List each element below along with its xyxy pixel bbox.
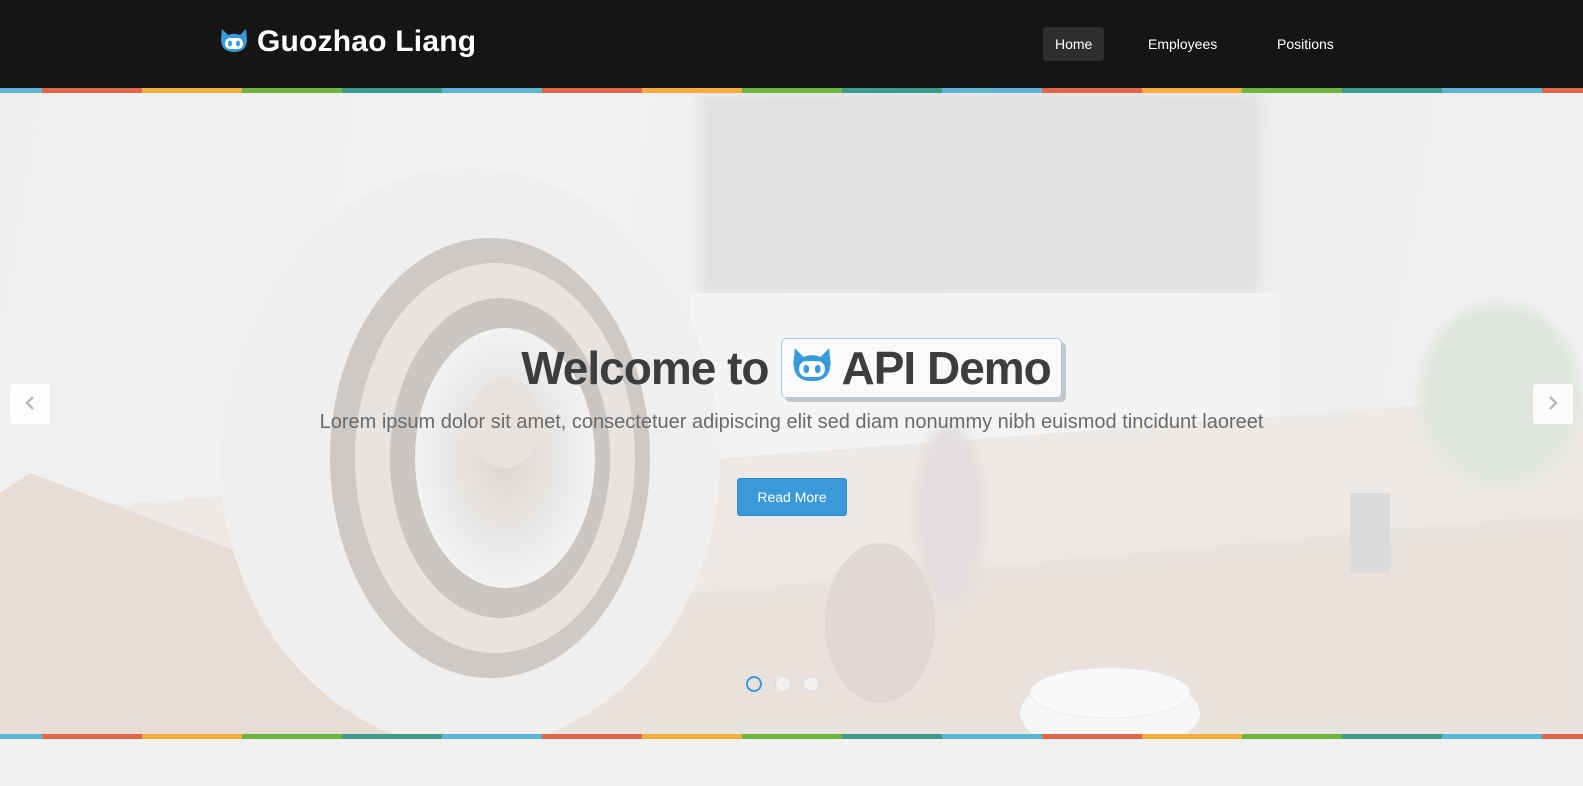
carousel-indicator[interactable] <box>746 676 762 692</box>
nav-positions[interactable]: Positions <box>1265 27 1346 61</box>
github-octocat-icon <box>790 341 834 395</box>
hero-title-prefix: Welcome to <box>521 342 769 394</box>
hero-title-badge-text: API Demo <box>841 342 1052 394</box>
hero-content: Welcome to API Demo Lorem ipsum dolor si… <box>0 93 1583 734</box>
top-navbar: Guozhao Liang Home Employees Positions <box>0 0 1583 88</box>
carousel-indicator[interactable] <box>775 676 791 692</box>
nav-employees[interactable]: Employees <box>1136 27 1229 61</box>
hero-subtitle: Lorem ipsum dolor sit amet, consectetuer… <box>319 411 1264 433</box>
nav-home[interactable]: Home <box>1043 27 1105 61</box>
hero-title: Welcome to API Demo <box>0 338 1583 398</box>
github-octocat-icon <box>219 26 249 59</box>
chevron-right-icon <box>1547 393 1559 416</box>
brand-link[interactable]: Guozhao Liang <box>219 22 476 62</box>
brand-name: Guozhao Liang <box>257 25 477 58</box>
carousel-prev-button[interactable] <box>10 384 50 424</box>
read-more-button[interactable]: Read More <box>737 478 847 516</box>
carousel-indicator[interactable] <box>803 676 819 692</box>
carousel-next-button[interactable] <box>1533 384 1573 424</box>
chevron-left-icon <box>24 393 36 416</box>
hero-carousel: Welcome to API Demo Lorem ipsum dolor si… <box>0 93 1583 734</box>
page-body-start <box>0 739 1583 786</box>
hero-title-badge: API Demo <box>780 338 1062 398</box>
